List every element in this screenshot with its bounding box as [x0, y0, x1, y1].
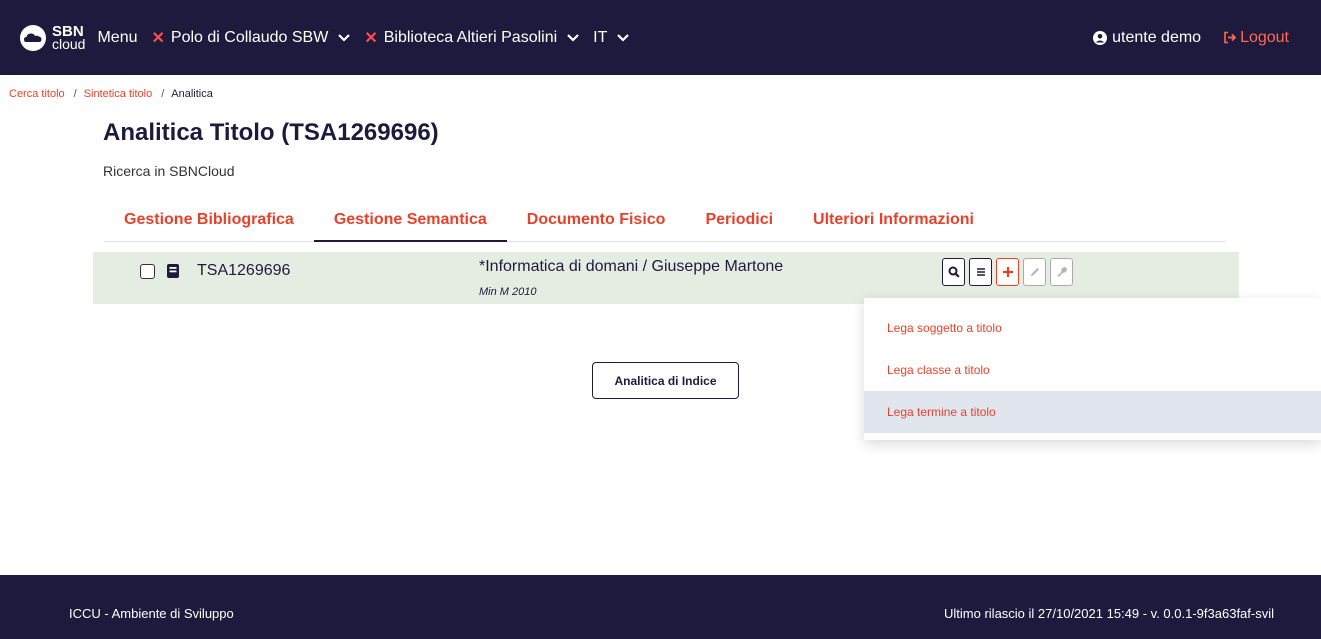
language-selector[interactable]: IT [593, 28, 630, 47]
user-name: utente demo [1112, 28, 1202, 46]
plus-icon [1002, 267, 1013, 277]
logout-label: Logout [1240, 28, 1289, 46]
action-toolbar [942, 258, 1077, 286]
breadcrumb: Cerca titolo / Sintetica titolo / Analit… [9, 88, 213, 100]
top-navbar: SBN cloud Menu ✕ Polo di Collaudo SBW ✕ … [0, 0, 1321, 75]
tab-documento-fisico[interactable]: Documento Fisico [507, 204, 686, 242]
footer-environment: ICCU - Ambiente di Sviluppo [69, 606, 234, 621]
add-action-dropdown: Lega soggetto a titolo Lega classe a tit… [864, 298, 1321, 440]
logout-icon [1224, 31, 1237, 44]
record-meta: Min M 2010 [479, 286, 537, 298]
breadcrumb-sintetica-titolo[interactable]: Sintetica titolo [84, 88, 152, 100]
footer-release-info: Ultimo rilascio il 27/10/2021 15:49 - v.… [944, 606, 1274, 621]
book-icon [167, 264, 179, 278]
cloud-logo-icon [20, 24, 46, 51]
dropdown-item-lega-classe[interactable]: Lega classe a titolo [864, 349, 1321, 391]
record-title: *Informatica di domani / Giuseppe Marton… [479, 258, 784, 275]
tab-bar: Gestione Bibliografica Gestione Semantic… [104, 204, 1226, 242]
logo-text-cloud: cloud [52, 35, 86, 52]
search-button[interactable] [942, 258, 965, 286]
dropdown-item-lega-termine[interactable]: Lega termine a titolo [864, 391, 1321, 433]
breadcrumb-cerca-titolo[interactable]: Cerca titolo [9, 88, 65, 100]
close-biblioteca-icon[interactable]: ✕ [364, 28, 377, 48]
result-row: TSA1269696 *Informatica di domani / Gius… [93, 252, 1239, 304]
analitica-di-indice-button[interactable]: Analitica di Indice [592, 362, 739, 399]
breadcrumb-separator: / [161, 88, 165, 100]
list-icon [976, 268, 985, 276]
polo-label: Polo di Collaudo SBW [170, 28, 329, 46]
page-subtitle: Ricerca in SBNCloud [103, 163, 235, 179]
tools-button[interactable] [1050, 258, 1073, 286]
breadcrumb-separator: / [73, 88, 77, 100]
select-checkbox[interactable] [140, 264, 155, 279]
tab-gestione-semantica[interactable]: Gestione Semantica [313, 204, 507, 242]
close-polo-icon[interactable]: ✕ [152, 28, 165, 48]
search-icon [948, 266, 960, 278]
chevron-down-icon [617, 33, 630, 42]
polo-selector[interactable]: ✕ Polo di Collaudo SBW [152, 28, 351, 48]
biblioteca-label: Biblioteca Altieri Pasolini [383, 28, 558, 46]
pencil-icon [1030, 268, 1039, 276]
tab-ulteriori-informazioni[interactable]: Ulteriori Informazioni [793, 204, 994, 242]
biblioteca-selector[interactable]: ✕ Biblioteca Altieri Pasolini [364, 28, 579, 48]
page-footer: ICCU - Ambiente di Sviluppo Ultimo rilas… [0, 575, 1321, 639]
wrench-icon [1056, 267, 1067, 278]
user-icon [1093, 30, 1108, 45]
user-menu[interactable]: utente demo [1093, 29, 1201, 47]
chevron-down-icon [338, 33, 351, 42]
record-id[interactable]: TSA1269696 [197, 262, 290, 280]
tab-periodici[interactable]: Periodici [685, 204, 793, 242]
list-button[interactable] [969, 258, 992, 286]
logout-button[interactable]: Logout [1223, 29, 1289, 47]
dropdown-item-lega-soggetto[interactable]: Lega soggetto a titolo [864, 307, 1321, 349]
menu-label: Menu [97, 28, 138, 46]
menu-link[interactable]: Menu [97, 29, 137, 47]
sbn-cloud-logo[interactable]: SBN cloud [18, 24, 86, 52]
breadcrumb-analitica: Analitica [171, 88, 213, 100]
add-button[interactable] [996, 258, 1019, 286]
edit-button[interactable] [1023, 258, 1046, 286]
tab-gestione-bibliografica[interactable]: Gestione Bibliografica [104, 204, 314, 242]
chevron-down-icon [567, 33, 579, 42]
language-label: IT [593, 28, 608, 46]
page-title: Analitica Titolo (TSA1269696) [103, 119, 439, 146]
